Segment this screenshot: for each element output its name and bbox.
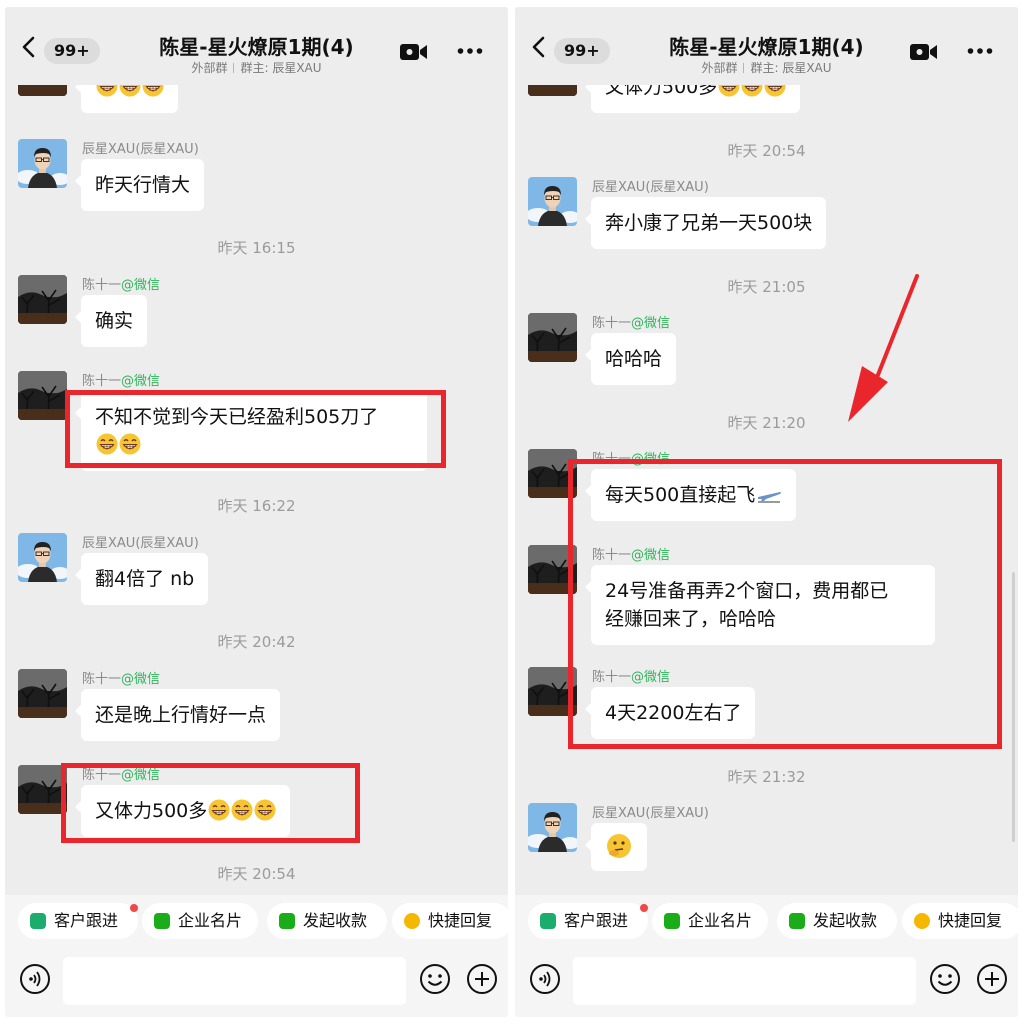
quick-action-payment[interactable]: 发起收款 (777, 903, 897, 939)
more-options-icon[interactable] (457, 47, 483, 55)
timestamp: 昨天 20:42 (217, 633, 296, 651)
chat-subtitle: 外部群 群主: 辰星XAU (191, 61, 322, 75)
message-text: 确实 (95, 310, 134, 332)
chat-subtitle: 外部群 群主: 辰星XAU (701, 61, 832, 75)
highlight-box (568, 459, 1002, 749)
video-call-icon[interactable] (399, 42, 429, 62)
customer-followup-icon (540, 913, 556, 929)
customer-followup-icon (30, 913, 46, 929)
timestamp: 昨天 16:22 (217, 497, 296, 515)
highlight-box (65, 390, 446, 468)
notification-dot (130, 904, 138, 912)
message-bubble[interactable]: 还是晚上行情好一点 (74, 689, 281, 741)
chat-header: 99+ 陈星-星火燎原1期(4) 外部群 群主: 辰星XAU (515, 7, 1018, 85)
sender-name: 陈十一@微信 (82, 278, 161, 293)
avatar[interactable] (18, 139, 67, 188)
message-text: 哈哈哈 (605, 348, 663, 370)
avatar[interactable] (18, 669, 67, 718)
business-card-icon (664, 913, 680, 929)
avatar[interactable] (18, 533, 67, 582)
chat-panel-left: 辰星XAU(辰星XAU) 昨天行情大 昨天 16:15 陈十一@微信 确实 陈十… (5, 7, 508, 1017)
avatar[interactable] (528, 803, 577, 852)
message-bubble[interactable]: 确实 (74, 295, 148, 347)
avatar[interactable] (18, 765, 67, 814)
timestamp: 昨天 21:05 (727, 278, 806, 296)
emoji-picker-icon[interactable] (929, 963, 961, 995)
message-text: 翻4倍了 nb (95, 568, 195, 590)
timestamp: 昨天 20:54 (727, 142, 806, 160)
quick-reply-icon (914, 913, 930, 929)
quick-action-customer-followup[interactable]: 客户跟进 (18, 903, 138, 939)
scrollbar[interactable] (1012, 572, 1015, 842)
avatar[interactable] (528, 177, 577, 226)
quick-action-bar: 客户跟进 企业名片 发起收款 快捷回复 (515, 903, 1018, 943)
sender-name: 陈十一@微信 (82, 374, 161, 389)
quick-action-quick-reply[interactable]: 快捷回复 (392, 903, 508, 939)
notification-dot (640, 904, 648, 912)
message-bubble[interactable]: 奔小康了兄弟一天500块 (584, 197, 827, 249)
message-input[interactable] (573, 957, 916, 1005)
message-bubble[interactable]: 翻4倍了 nb (74, 553, 209, 605)
input-row (515, 955, 1018, 1007)
message-text: 还是晚上行情好一点 (95, 704, 267, 726)
message-text: 奔小康了兄弟一天500块 (605, 212, 813, 234)
voice-input-icon[interactable] (529, 963, 561, 995)
quick-action-customer-followup[interactable]: 客户跟进 (528, 903, 648, 939)
avatar[interactable] (18, 371, 67, 420)
highlight-box (61, 763, 360, 843)
quick-action-payment[interactable]: 发起收款 (267, 903, 387, 939)
message-list[interactable]: 辰星XAU(辰星XAU) 昨天行情大 昨天 16:15 陈十一@微信 确实 陈十… (5, 7, 508, 897)
yuan-payment-icon (279, 913, 295, 929)
add-attachment-icon[interactable] (976, 963, 1008, 995)
voice-input-icon[interactable] (19, 963, 51, 995)
quick-reply-icon (404, 913, 420, 929)
avatar[interactable] (528, 313, 577, 362)
chat-panel-right: 又体力500多 昨天 20:54 辰星XAU(辰星XAU) 奔小康了兄弟一天50… (515, 7, 1018, 1017)
sender-name: 辰星XAU(辰星XAU) (592, 180, 709, 195)
avatar[interactable] (18, 275, 67, 324)
timestamp: 昨天 16:15 (217, 239, 296, 257)
quick-action-business-card[interactable]: 企业名片 (142, 903, 258, 939)
red-arrow-annotation (848, 274, 919, 422)
timestamp: 昨天 21:20 (727, 414, 806, 432)
quick-action-bar: 客户跟进 企业名片 发起收款 快捷回复 (5, 903, 508, 943)
bottom-toolbar: 客户跟进 企业名片 发起收款 快捷回复 (5, 895, 508, 1017)
chat-title: 陈星-星火燎原1期(4) (159, 35, 354, 59)
sender-name: 辰星XAU(辰星XAU) (82, 536, 199, 551)
message-bubble[interactable] (585, 823, 647, 871)
video-call-icon[interactable] (909, 42, 939, 62)
sender-name: 辰星XAU(辰星XAU) (592, 806, 709, 821)
add-attachment-icon[interactable] (466, 963, 498, 995)
input-row (5, 955, 508, 1007)
quick-action-quick-reply[interactable]: 快捷回复 (902, 903, 1018, 939)
message-list[interactable]: 又体力500多 昨天 20:54 辰星XAU(辰星XAU) 奔小康了兄弟一天50… (515, 7, 1018, 897)
thinking-emoji-icon (607, 834, 631, 858)
sender-name: 辰星XAU(辰星XAU) (82, 142, 199, 157)
more-options-icon[interactable] (967, 47, 993, 55)
chat-header: 99+ 陈星-星火燎原1期(4) 外部群 群主: 辰星XAU (5, 7, 508, 85)
bottom-toolbar: 客户跟进 企业名片 发起收款 快捷回复 (515, 895, 1018, 1017)
timestamp: 昨天 21:32 (727, 768, 806, 786)
message-bubble[interactable]: 昨天行情大 (74, 159, 205, 211)
business-card-icon (154, 913, 170, 929)
yuan-payment-icon (789, 913, 805, 929)
quick-action-business-card[interactable]: 企业名片 (652, 903, 768, 939)
message-text: 昨天行情大 (95, 174, 191, 196)
timestamp: 昨天 20:54 (217, 865, 296, 883)
chat-title: 陈星-星火燎原1期(4) (669, 35, 864, 59)
sender-name: 陈十一@微信 (592, 316, 671, 331)
message-input[interactable] (63, 957, 406, 1005)
emoji-picker-icon[interactable] (419, 963, 451, 995)
sender-name: 陈十一@微信 (82, 672, 161, 687)
message-bubble[interactable]: 哈哈哈 (584, 333, 677, 385)
